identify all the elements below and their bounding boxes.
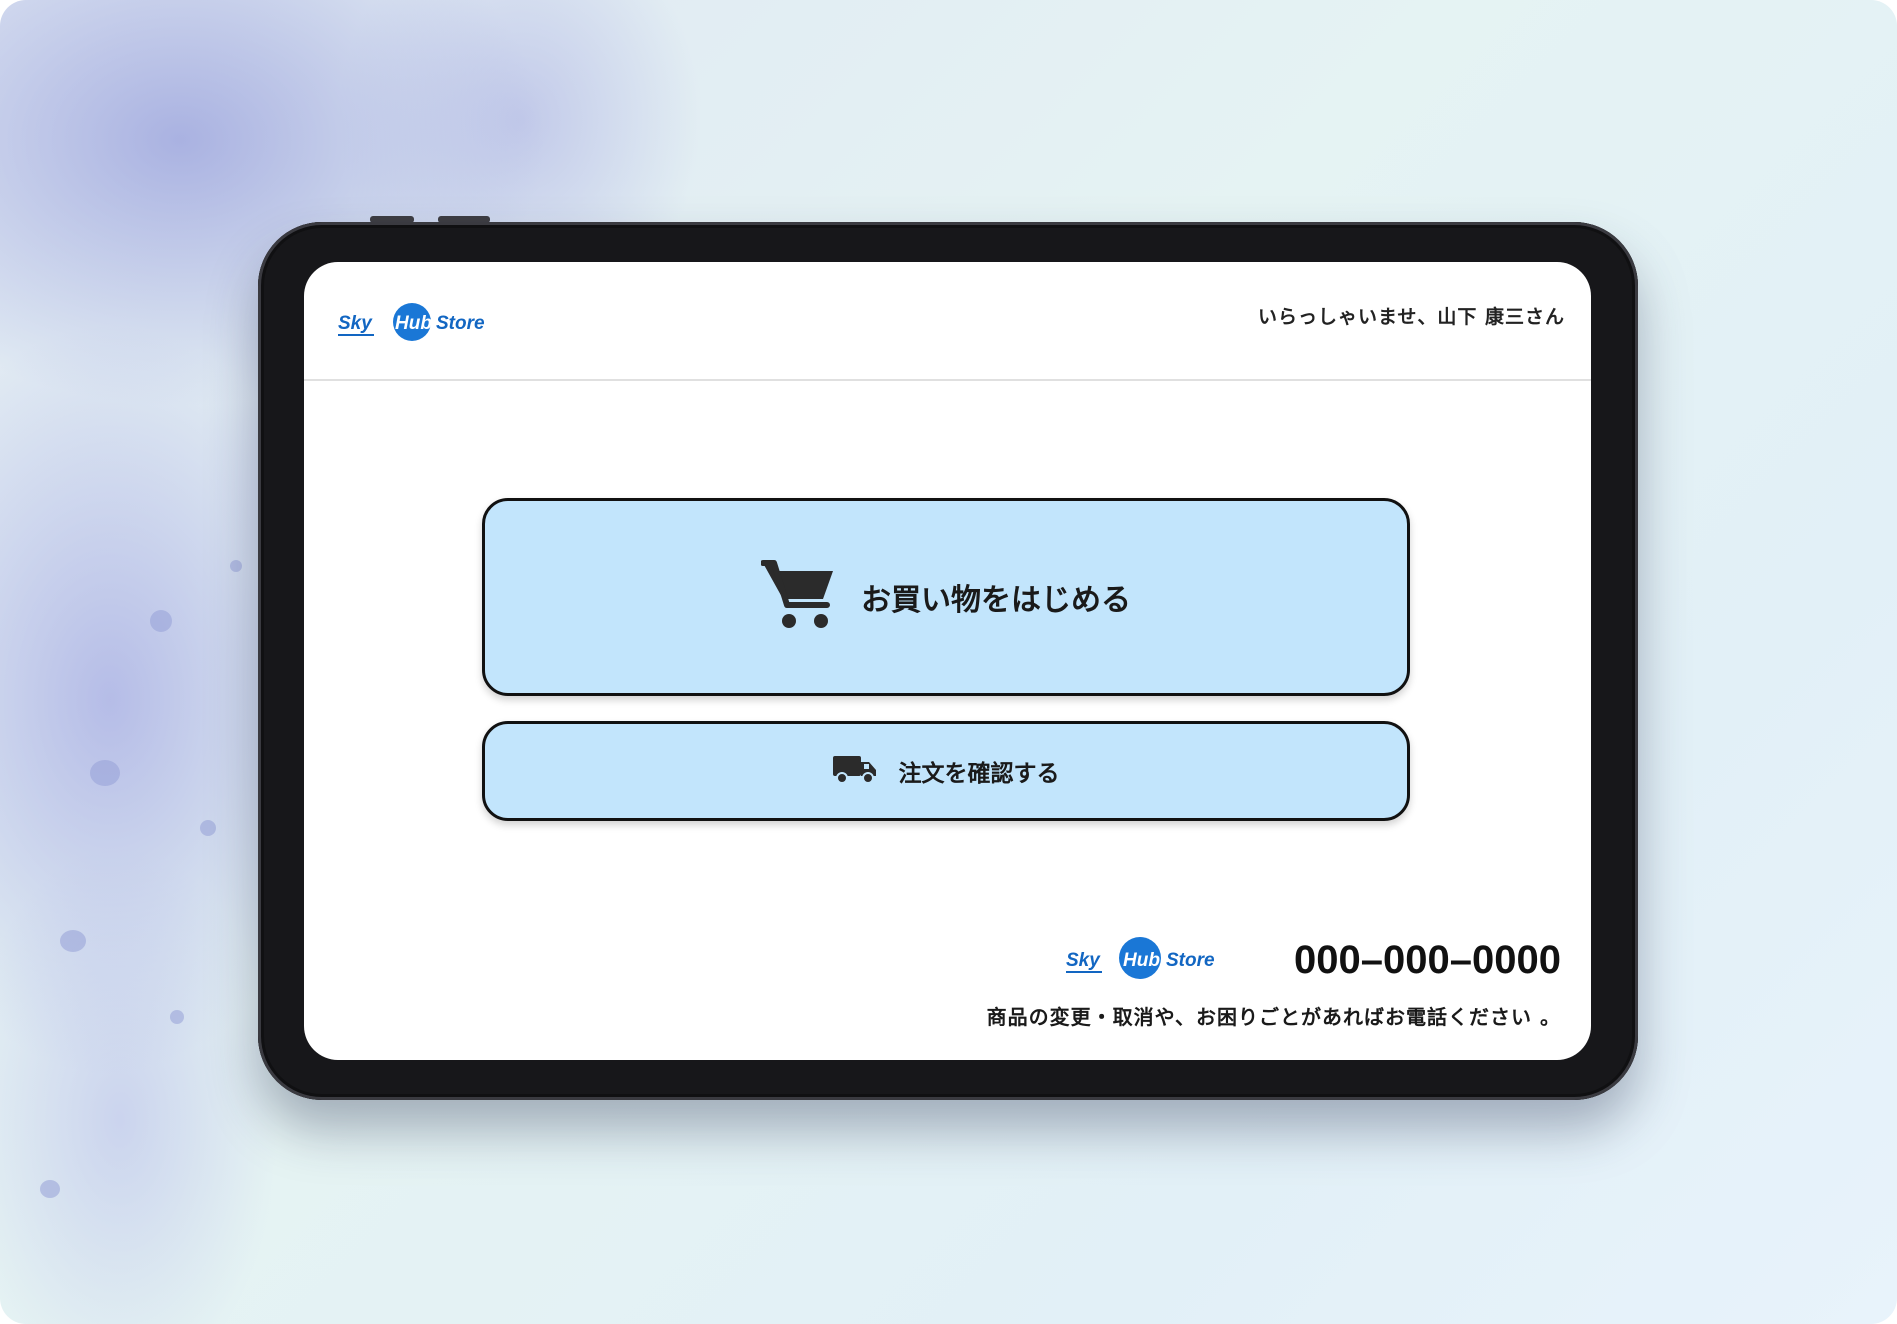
skyhub-store-logo-graphic: Sky Hub Store bbox=[338, 303, 485, 341]
paint-speck bbox=[40, 1180, 60, 1198]
paint-speck bbox=[90, 760, 120, 786]
svg-text:Store: Store bbox=[436, 313, 485, 334]
greeting-text: いらっしゃいませ、山下 康三さん bbox=[1257, 306, 1565, 328]
svg-text:Hub: Hub bbox=[1123, 950, 1160, 971]
start-shopping-label: お買い物をはじめる bbox=[861, 583, 1131, 618]
svg-text:Hub: Hub bbox=[395, 313, 432, 334]
paint-speck bbox=[200, 820, 216, 836]
paint-speck bbox=[150, 610, 172, 632]
start-shopping-button[interactable]: お買い物をはじめる bbox=[482, 498, 1410, 696]
paint-speck bbox=[230, 560, 242, 572]
phone-number[interactable]: 000–000–0000 bbox=[1294, 938, 1561, 983]
check-order-label: 注文を確認する bbox=[898, 761, 1060, 787]
paint-speck bbox=[60, 930, 86, 952]
paint-speck bbox=[170, 1010, 184, 1024]
footer-logo-graphic: Sky Hub Store bbox=[1066, 937, 1215, 979]
svg-text:Sky: Sky bbox=[338, 313, 373, 334]
contact-note: 商品の変更・取消や、お困りごとがあればお電話ください 。 bbox=[986, 1005, 1561, 1029]
tablet-screen: Sky Hub Store いらっしゃいませ、山下 康三さん お買い物をはじめる bbox=[304, 262, 1591, 1060]
shopping-cart-icon bbox=[760, 559, 837, 635]
app-header: Sky Hub Store いらっしゃいませ、山下 康三さん bbox=[304, 262, 1591, 381]
svg-text:Store: Store bbox=[1166, 950, 1215, 971]
footer-skyhub-store-logo: Sky Hub Store bbox=[1064, 936, 1234, 980]
check-order-button[interactable]: 注文を確認する bbox=[482, 721, 1410, 821]
skyhub-store-logo[interactable]: Sky Hub Store bbox=[336, 302, 506, 342]
svg-text:Sky: Sky bbox=[1066, 950, 1101, 971]
delivery-truck-icon bbox=[832, 754, 877, 788]
